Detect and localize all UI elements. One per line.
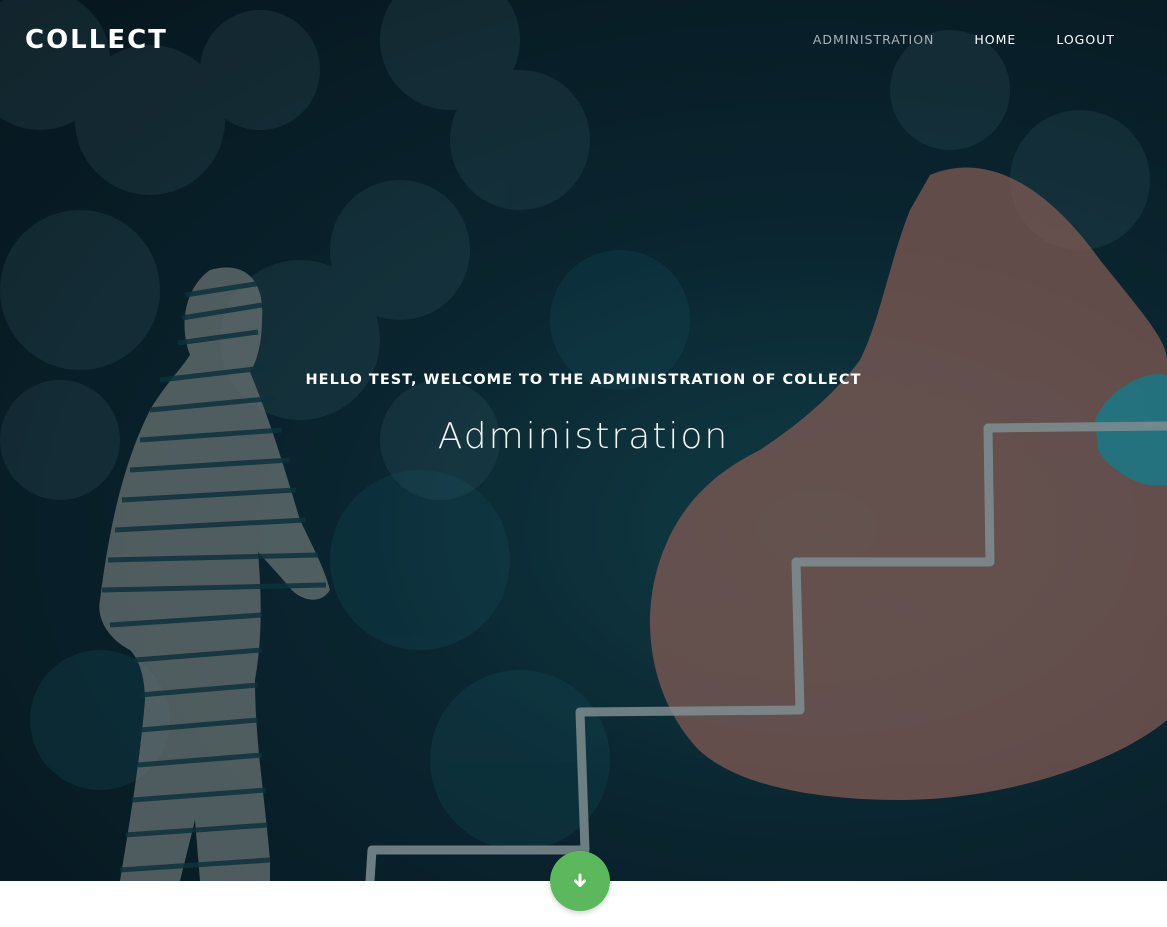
main-nav: ADMINISTRATION HOME LOGOUT — [813, 30, 1115, 50]
arrow-down-icon — [574, 873, 586, 887]
nav-item-logout[interactable]: LOGOUT — [1056, 30, 1115, 50]
scroll-down-button[interactable] — [550, 851, 610, 911]
nav-item-administration[interactable]: ADMINISTRATION — [813, 30, 935, 50]
hero-section: COLLECT ADMINISTRATION HOME LOGOUT HELLO… — [0, 0, 1167, 881]
hero-welcome-message: HELLO TEST, WELCOME TO THE ADMINISTRATIO… — [305, 372, 862, 388]
nav-item-home[interactable]: HOME — [974, 30, 1016, 50]
brand-logo[interactable]: COLLECT — [25, 22, 168, 58]
page-title: Administration — [437, 416, 730, 457]
